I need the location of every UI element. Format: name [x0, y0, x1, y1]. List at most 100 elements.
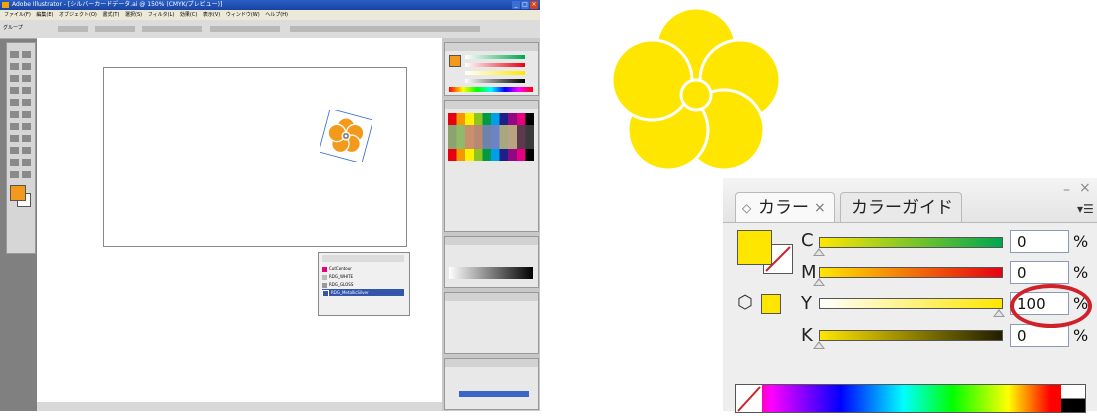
lasso-tool-icon[interactable]	[22, 63, 31, 70]
swatch-icon	[322, 282, 327, 288]
list-item[interactable]: RDG_WHITE	[322, 273, 404, 280]
layers-panel	[444, 358, 539, 410]
k-slider-mini[interactable]	[465, 79, 525, 83]
opacity-control[interactable]	[210, 26, 280, 32]
fill-indicator[interactable]	[737, 230, 772, 265]
menu-item[interactable]: 選択(S)	[125, 12, 142, 18]
tab-color[interactable]: ◇ カラー ×	[735, 192, 835, 223]
selection-type-label: グループ	[3, 25, 23, 31]
black-white-picker[interactable]	[1061, 385, 1085, 412]
toolbox	[6, 42, 36, 254]
panel-tab[interactable]	[445, 359, 538, 367]
k-slider-track[interactable]	[819, 330, 1003, 341]
minimize-icon[interactable]: _	[512, 1, 520, 9]
list-item[interactable]: CutContour	[322, 265, 404, 272]
close-tab-icon[interactable]: ×	[814, 193, 826, 223]
list-item-label: CutContour	[329, 266, 352, 271]
close-panel-icon[interactable]: ×	[1079, 180, 1091, 196]
list-item[interactable]: RDG_GLOSS	[322, 281, 404, 288]
y-slider-thumb[interactable]	[993, 309, 1005, 317]
links-panel: CutContour RDG_WHITE RDG_GLOSS RDG_Metal…	[318, 252, 410, 316]
pencil-tool-icon[interactable]	[22, 99, 31, 106]
c-value-field[interactable]: 0	[1010, 230, 1069, 253]
window-title-bar: Adobe Illustrator - [シルバーカードデータ.ai @ 150…	[0, 0, 540, 10]
panel-tab[interactable]	[445, 237, 538, 245]
free-transform-tool-icon[interactable]	[22, 123, 31, 130]
m-slider-mini[interactable]	[465, 63, 525, 67]
menu-item[interactable]: ヘルプ(H)	[265, 12, 288, 18]
swatch-grid-secondary[interactable]	[448, 125, 534, 149]
rotate-tool-icon[interactable]	[10, 111, 19, 118]
panel-tab[interactable]	[445, 101, 538, 109]
graph-tool-icon[interactable]	[22, 135, 31, 142]
illustrator-screenshot: Adobe Illustrator - [シルバーカードデータ.ai @ 150…	[0, 0, 540, 411]
list-item-label: RDG_GLOSS	[329, 282, 354, 287]
selected-layer-row[interactable]	[459, 391, 529, 397]
y-slider-mini[interactable]	[465, 71, 525, 75]
swatches-panel	[444, 100, 539, 232]
menu-item[interactable]: 書式(T)	[102, 12, 119, 18]
spectrum-mini[interactable]	[449, 87, 533, 92]
type-tool-icon[interactable]	[22, 75, 31, 82]
c-slider-mini[interactable]	[465, 55, 525, 59]
menu-item[interactable]: 編集(E)	[36, 12, 53, 18]
menu-item[interactable]: フィルタ(L)	[148, 12, 175, 18]
y-slider-track[interactable]	[819, 298, 1003, 309]
minimize-panel-icon[interactable]: –	[1063, 182, 1070, 198]
style-control[interactable]	[142, 26, 202, 32]
c-slider-track[interactable]	[819, 237, 1003, 248]
blend-tool-icon[interactable]	[22, 159, 31, 166]
direct-selection-tool-icon[interactable]	[22, 51, 31, 58]
color-panel-mini	[444, 42, 539, 96]
menu-item[interactable]: ファイル(F)	[4, 12, 31, 18]
eyedropper-tool-icon[interactable]	[10, 159, 19, 166]
k-unit: %	[1073, 326, 1089, 345]
magic-wand-tool-icon[interactable]	[10, 63, 19, 70]
maximize-icon[interactable]: □	[521, 1, 529, 9]
selected-flower-object[interactable]	[320, 110, 372, 162]
swatch-icon	[322, 289, 329, 296]
m-slider-track[interactable]	[819, 267, 1003, 278]
none-color-button[interactable]	[736, 385, 762, 412]
close-icon[interactable]: ×	[530, 1, 538, 9]
warp-tool-icon[interactable]	[10, 123, 19, 130]
out-of-gamut-cube-icon[interactable]: ⬡	[737, 292, 753, 313]
rectangle-tool-icon[interactable]	[22, 87, 31, 94]
symbol-sprayer-tool-icon[interactable]	[10, 135, 19, 142]
panel-tab[interactable]	[322, 255, 404, 262]
pen-tool-icon[interactable]	[10, 75, 19, 82]
fill-stroke-controls[interactable]	[58, 26, 88, 32]
k-slider-thumb[interactable]	[813, 341, 825, 349]
app-icon	[2, 2, 9, 8]
menu-item[interactable]: ウィンドウ(W)	[226, 12, 260, 18]
paintbrush-tool-icon[interactable]	[10, 99, 19, 106]
menu-item[interactable]: 効果(C)	[180, 12, 197, 18]
gradient-preview	[449, 267, 533, 279]
hand-tool-icon[interactable]	[10, 171, 19, 178]
m-value-field[interactable]: 0	[1010, 261, 1069, 284]
gradient-tool-icon[interactable]	[22, 147, 31, 154]
zoom-tool-icon[interactable]	[22, 171, 31, 178]
line-tool-icon[interactable]	[10, 87, 19, 94]
menu-item[interactable]: オブジェクト(O)	[59, 12, 97, 18]
c-slider-thumb[interactable]	[813, 248, 825, 256]
fill-swatch[interactable]	[10, 185, 26, 201]
c-label: C	[801, 230, 814, 251]
panel-options-icon[interactable]: ◇	[742, 193, 751, 223]
color-spectrum-bar[interactable]	[735, 384, 1086, 413]
transform-controls[interactable]	[290, 26, 480, 32]
list-item-selected[interactable]: RDG_MetallicSilver	[322, 289, 404, 296]
menu-item[interactable]: 表示(V)	[203, 12, 220, 18]
stroke-weight-control[interactable]	[95, 26, 135, 32]
panel-tab[interactable]	[445, 43, 538, 51]
mesh-tool-icon[interactable]	[10, 147, 19, 154]
scale-tool-icon[interactable]	[22, 111, 31, 118]
selection-tool-icon[interactable]	[10, 51, 19, 58]
web-safe-swatch[interactable]	[761, 294, 781, 314]
fill-swatch-mini[interactable]	[449, 55, 461, 67]
appearance-panel	[444, 292, 539, 354]
m-slider-thumb[interactable]	[813, 278, 825, 286]
panel-menu-icon[interactable]: ▾☰	[1077, 202, 1094, 216]
panel-tab[interactable]	[445, 293, 538, 301]
tab-color-guide[interactable]: カラーガイド	[840, 192, 962, 223]
